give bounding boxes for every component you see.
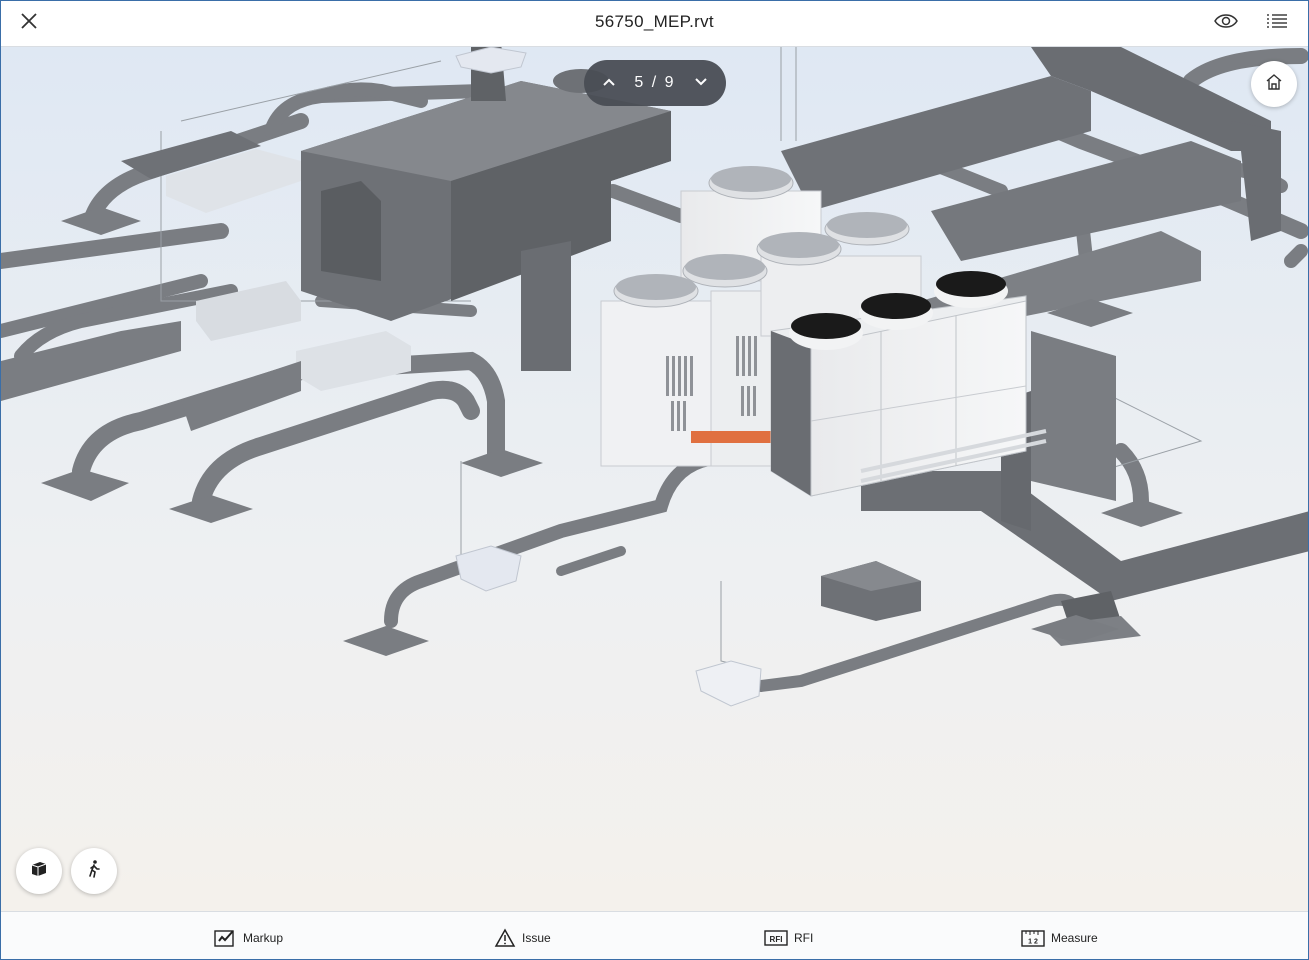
header-bar: 56750_MEP.rvt [1,1,1308,47]
list-icon [1265,12,1289,35]
home-icon [1264,72,1284,97]
next-view-button[interactable] [690,72,712,94]
visibility-button[interactable] [1210,9,1242,37]
markup-icon [213,928,237,948]
warning-triangle-icon [494,928,516,948]
walk-mode-button[interactable] [71,848,117,894]
issue-label: Issue [522,931,551,945]
app-frame: 56750_MEP.rvt 5 / 9 Markup Issue RFI RFI… [0,0,1309,960]
chevron-down-icon [694,74,708,92]
issue-tool[interactable]: Issue [494,927,551,949]
rfi-tool[interactable]: RFI RFI [764,927,813,949]
ruler-icon: 1 2 [1021,928,1045,948]
rfi-icon: RFI [764,929,788,947]
view-counter: 5 / 9 [634,74,676,91]
menu-button[interactable] [1261,9,1293,37]
measure-label: Measure [1051,931,1098,945]
model-browser-button[interactable] [16,848,62,894]
view-navigator: 5 / 9 [584,60,726,106]
chevron-up-icon [602,74,616,92]
model-viewport[interactable] [1,47,1308,911]
walk-icon [84,859,104,884]
markup-label: Markup [243,931,284,945]
rfi-label: RFI [794,931,814,945]
bottom-toolbar: Markup Issue RFI RFI 1 2 Measure [1,911,1308,959]
mep-model-render[interactable] [1,47,1308,911]
file-title: 56750_MEP.rvt [595,12,714,31]
svg-text:1 2: 1 2 [1028,939,1038,946]
markup-tool[interactable]: Markup [213,927,283,949]
cube-icon [29,859,49,884]
previous-view-button[interactable] [598,72,620,94]
measure-tool[interactable]: 1 2 Measure [1021,927,1098,949]
home-view-button[interactable] [1251,61,1297,107]
svg-text:RFI: RFI [770,935,783,944]
eye-icon [1213,12,1239,35]
